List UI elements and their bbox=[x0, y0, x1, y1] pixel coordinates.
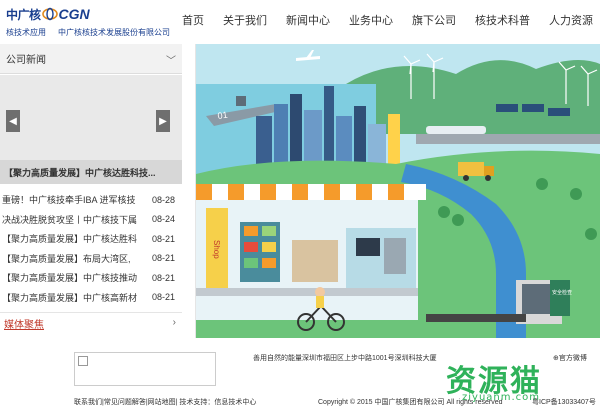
nav-hr[interactable]: 人力资源 bbox=[549, 12, 593, 28]
news-title[interactable]: 决战决胜脱贫攻坚丨中广核技下属 bbox=[0, 213, 148, 226]
chevron-right-icon[interactable]: › bbox=[173, 317, 176, 328]
slider-prev-button[interactable]: ◀ bbox=[6, 110, 20, 132]
news-date: 08-21 bbox=[152, 292, 176, 303]
shop-storefront: Shop bbox=[196, 184, 426, 320]
news-title[interactable]: 【聚力高质量发展】中广核高新材 bbox=[0, 291, 148, 304]
news-date: 08-24 bbox=[152, 214, 176, 225]
news-date: 08-21 bbox=[152, 233, 176, 244]
slider-next-button[interactable]: ▶ bbox=[156, 110, 170, 132]
site-header: 中广核 CGN 核技术应用 中广核核技术发展股份有限公司 首页 关于我们 新闻中心… bbox=[0, 0, 600, 44]
nav-home[interactable]: 首页 bbox=[182, 12, 204, 28]
chevron-left-icon: ◀ bbox=[9, 115, 17, 127]
news-item[interactable]: 【聚力高质量发展】布局大湾区, 08-21 bbox=[0, 249, 182, 269]
logo-mark-icon bbox=[41, 7, 58, 21]
tagline-left: 核技术应用 bbox=[6, 28, 46, 37]
nav-companies[interactable]: 旗下公司 bbox=[412, 12, 456, 28]
news-item[interactable]: 【聚力高质量发展】中广核技推动 08-21 bbox=[0, 268, 182, 288]
news-sidebar: 公司新闻 ﹀ ◀ ▶ 【聚力高质量发展】中广核达胜科技... 重磅！中广核技牵手… bbox=[0, 44, 196, 338]
slider-caption[interactable]: 【聚力高质量发展】中广核达胜科技... bbox=[0, 160, 182, 184]
site-watermark: 资源猫 ziyuanm.com bbox=[438, 356, 588, 406]
sidebar-title: 公司新闻 bbox=[6, 55, 46, 66]
news-item[interactable]: 【聚力高质量发展】中广核达胜科 08-21 bbox=[0, 229, 182, 249]
nav-business[interactable]: 业务中心 bbox=[349, 12, 393, 28]
news-item[interactable]: 重磅！中广核技牵手IBA 进军核技 08-28 bbox=[0, 190, 182, 210]
shop-sign: Shop bbox=[212, 240, 221, 259]
nav-science[interactable]: 核技术科普 bbox=[475, 12, 530, 28]
media-focus-section[interactable]: 媒体聚焦 › bbox=[0, 312, 182, 334]
nav-about[interactable]: 关于我们 bbox=[223, 12, 267, 28]
nav-news[interactable]: 新闻中心 bbox=[286, 12, 330, 28]
news-title[interactable]: 【聚力高质量发展】布局大湾区, bbox=[0, 252, 148, 265]
logo-cn-text: 中广核 bbox=[6, 7, 41, 22]
hero-banner[interactable]: 01 Shop 安全检查 bbox=[196, 44, 600, 338]
media-focus-link[interactable]: 媒体聚焦 bbox=[4, 316, 44, 331]
site-logo[interactable]: 中广核 CGN bbox=[6, 4, 90, 24]
news-item[interactable]: 决战决胜脱贫攻坚丨中广核技下属 08-24 bbox=[0, 210, 182, 230]
main-nav: 首页 关于我们 新闻中心 业务中心 旗下公司 核技术科普 人力资源 bbox=[182, 12, 593, 28]
logo-en-text: CGN bbox=[58, 6, 90, 22]
footer-broken-image bbox=[74, 352, 216, 386]
news-item[interactable]: 【聚力高质量发展】中广核高新材 08-21 bbox=[0, 288, 182, 308]
security-sign: 安全检查 bbox=[552, 289, 572, 296]
news-date: 08-28 bbox=[152, 194, 176, 205]
watermark-en: ziyuanm.com bbox=[462, 392, 541, 403]
chevron-down-icon[interactable]: ﹀ bbox=[166, 52, 176, 67]
broken-image-icon bbox=[78, 356, 88, 366]
news-title[interactable]: 【聚力高质量发展】中广核达胜科 bbox=[0, 232, 148, 245]
tagline-right: 中广核核技术发展股份有限公司 bbox=[58, 28, 170, 37]
sidebar-header[interactable]: 公司新闻 ﹀ bbox=[0, 44, 182, 74]
news-date: 08-21 bbox=[152, 272, 176, 283]
news-slider[interactable]: ◀ ▶ bbox=[0, 75, 182, 163]
site-tagline: 核技术应用 中广核核技术发展股份有限公司 bbox=[6, 27, 170, 38]
ship-number: 01 bbox=[217, 110, 228, 121]
news-date: 08-21 bbox=[152, 253, 176, 264]
chevron-right-icon: ▶ bbox=[159, 115, 167, 127]
city-illustration: 01 Shop 安全检查 bbox=[196, 44, 600, 338]
news-title[interactable]: 【聚力高质量发展】中广核技推动 bbox=[0, 271, 148, 284]
footer-links[interactable]: 联系我们|常见问题解答|网站地图| 技术支持：信息技术中心 bbox=[74, 397, 256, 407]
footer-address: 善用自然的能量深圳市福田区上步中路1001号深圳科技大厦 bbox=[253, 355, 437, 362]
news-title[interactable]: 重磅！中广核技牵手IBA 进军核技 bbox=[0, 193, 148, 206]
news-list: 重磅！中广核技牵手IBA 进军核技 08-28 决战决胜脱贫攻坚丨中广核技下属 08… bbox=[0, 190, 182, 307]
